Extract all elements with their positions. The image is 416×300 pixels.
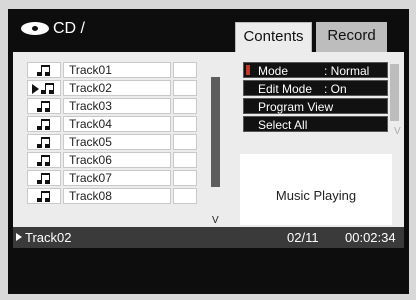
track-select-cell[interactable] xyxy=(173,170,197,186)
menu-scroll-down-marker[interactable]: V xyxy=(394,126,401,137)
play-marker-icon xyxy=(32,84,39,94)
elapsed-time: 00:02:34 xyxy=(345,230,396,245)
track-name: Track07 xyxy=(63,170,171,186)
track-select-cell[interactable] xyxy=(173,188,197,204)
track-name: Track06 xyxy=(63,152,171,168)
track-icon-cell xyxy=(27,152,61,168)
track-row[interactable]: Track03 xyxy=(27,98,205,114)
track-icon-cell xyxy=(27,134,61,150)
menu-item-mode[interactable]: Mode : Normal xyxy=(243,62,388,78)
menu-item-label: Program View xyxy=(258,100,334,114)
track-name: Track01 xyxy=(63,62,171,78)
play-icon xyxy=(16,233,22,241)
track-row[interactable]: Track02 xyxy=(27,80,205,96)
menu-item-value: : Normal xyxy=(324,64,370,78)
now-playing-track: Track02 xyxy=(25,230,72,245)
track-list-scroll-down-marker[interactable]: V xyxy=(212,215,219,226)
menu-item-select-all[interactable]: Select All xyxy=(243,116,388,132)
status-display: Music Playing xyxy=(240,154,392,225)
track-select-cell[interactable] xyxy=(173,152,197,168)
track-select-cell[interactable] xyxy=(173,80,197,96)
menu-item-label: Select All xyxy=(258,118,308,132)
track-select-cell[interactable] xyxy=(173,62,197,78)
player-screen: CD / Contents Record Track01 Track02 Tra… xyxy=(8,9,409,294)
menu-item-value: : On xyxy=(324,82,347,96)
menu-item-program-view[interactable]: Program View xyxy=(243,98,388,114)
track-select-cell[interactable] xyxy=(173,98,197,114)
track-icon-cell xyxy=(27,188,61,204)
tab-contents[interactable]: Contents xyxy=(235,22,312,52)
track-list-scrollbar[interactable] xyxy=(211,77,220,187)
now-playing-bar: Track02 02/11 00:02:34 xyxy=(13,227,404,248)
menu-item-label: Edit Mode xyxy=(258,82,313,96)
track-row[interactable]: Track08 xyxy=(27,188,205,204)
track-name: Track02 xyxy=(63,80,171,96)
track-select-cell[interactable] xyxy=(173,134,197,150)
track-icon-cell xyxy=(27,98,61,114)
track-name: Track03 xyxy=(63,98,171,114)
menu-scrollbar[interactable] xyxy=(390,64,399,121)
menu-item-label: Mode xyxy=(258,64,289,78)
track-name: Track05 xyxy=(63,134,171,150)
track-name: Track04 xyxy=(63,116,171,132)
track-row[interactable]: Track05 xyxy=(27,134,205,150)
header: CD / Contents Record xyxy=(8,9,409,52)
track-icon-cell xyxy=(27,80,61,96)
track-icon-cell xyxy=(27,116,61,132)
track-row[interactable]: Track01 xyxy=(27,62,205,78)
track-icon-cell xyxy=(27,170,61,186)
disc-icon xyxy=(21,22,49,35)
tab-record[interactable]: Record xyxy=(316,22,387,52)
track-row[interactable]: Track06 xyxy=(27,152,205,168)
track-name: Track08 xyxy=(63,188,171,204)
menu-item-edit-mode[interactable]: Edit Mode : On xyxy=(243,80,388,96)
current-path: CD / xyxy=(53,20,85,37)
contents-panel: Track01 Track02 Track03 Track04 Track05 xyxy=(13,52,404,227)
status-text: Music Playing xyxy=(275,188,357,203)
track-count: 02/11 xyxy=(287,230,319,245)
track-list: Track01 Track02 Track03 Track04 Track05 xyxy=(27,62,205,206)
track-row[interactable]: Track04 xyxy=(27,116,205,132)
track-select-cell[interactable] xyxy=(173,116,197,132)
options-menu: Mode: Normal Edit Mode: On Program View … xyxy=(243,62,388,134)
track-row[interactable]: Track07 xyxy=(27,170,205,186)
track-icon-cell xyxy=(27,62,61,78)
